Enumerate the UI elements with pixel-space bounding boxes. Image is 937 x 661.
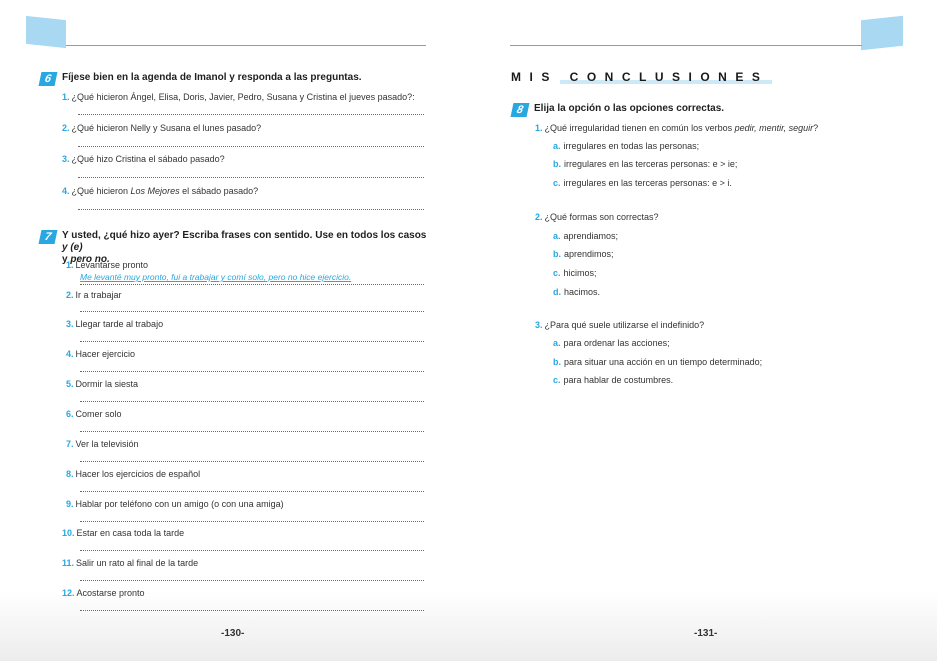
answer-line[interactable] (80, 461, 424, 462)
ex7-item-11: 11. Salir un rato al final de la tarde (62, 558, 199, 568)
answer-line[interactable] (80, 550, 424, 551)
answer-line[interactable] (80, 431, 424, 432)
header-rule-left (66, 45, 426, 46)
ex8-q2-option-d[interactable]: d. hacimos. (553, 287, 600, 297)
page-corner-tab-right (861, 15, 903, 51)
ex8-q3-option-a[interactable]: a. para ordenar las acciones; (553, 338, 670, 348)
ex7-item-5: 5. Dormir la siesta (66, 379, 139, 389)
section-title: MIS CONCLUSIONES (511, 70, 769, 84)
ex8-q3-option-c[interactable]: c. para hablar de costumbres. (553, 375, 673, 385)
answer-line[interactable] (78, 114, 424, 115)
ex7-item-7: 7. Ver la televisión (66, 439, 139, 449)
ex8-q3-option-b[interactable]: b. para situar una acción en un tiempo de… (553, 357, 762, 367)
ex7-item-9: 9. Hablar por teléfono con un amigo (o co… (66, 499, 284, 509)
answer-line[interactable] (80, 284, 424, 285)
ex8-q1-option-a[interactable]: a. irregulares en todas las personas; (553, 141, 699, 151)
page-number-right: -131- (694, 628, 718, 639)
ex8-q2-option-c[interactable]: c. hicimos; (553, 268, 597, 278)
answer-line[interactable] (80, 401, 424, 402)
answer-line[interactable] (78, 146, 424, 147)
ex7-item-4: 4. Hacer ejercicio (66, 349, 136, 359)
page-bottom-shade (0, 591, 937, 661)
ex7-item-3: 3. Llegar tarde al trabajo (66, 319, 164, 329)
ex6-question-4: 4. ¿Qué hicieron Los Mejores el sábado pa… (62, 186, 259, 196)
answer-line[interactable] (80, 371, 424, 372)
answer-line[interactable] (80, 610, 424, 611)
ex8-q2-option-b[interactable]: b. aprendimos; (553, 249, 614, 259)
header-rule-right (510, 45, 862, 46)
exercise-8-badge: 8 (510, 103, 530, 117)
exercise-7-badge: 7 (38, 230, 58, 244)
ex8-q1-option-b[interactable]: b. irregulares en las terceras personas: … (553, 159, 737, 169)
page-corner-tab-left (26, 15, 66, 49)
answer-line[interactable] (78, 209, 424, 210)
ex7-item-2: 2. Ir a trabajar (66, 290, 122, 300)
ex7-item-6: 6. Comer solo (66, 409, 122, 419)
ex6-question-3: 3. ¿Qué hizo Cristina el sábado pasado? (62, 154, 225, 164)
ex7-item-8: 8. Hacer los ejercicios de español (66, 469, 201, 479)
ex6-question-1: 1. ¿Qué hicieron Ángel, Elisa, Doris, Jav… (62, 92, 415, 102)
answer-line[interactable] (80, 491, 424, 492)
ex6-question-2: 2. ¿Qué hicieron Nelly y Susana el lunes … (62, 123, 262, 133)
answer-line[interactable] (80, 341, 424, 342)
answer-line[interactable] (80, 311, 424, 312)
ex7-item-10: 10. Estar en casa toda la tarde (62, 528, 185, 538)
ex8-question-2: 2. ¿Qué formas son correctas? (535, 212, 659, 222)
answer-line[interactable] (80, 521, 424, 522)
example-answer: Me levanté muy pronto, fui a trabajar y … (80, 272, 352, 282)
exercise-6-title: Fíjese bien en la agenda de Imanol y res… (62, 72, 362, 83)
ex8-question-3: 3. ¿Para qué suele utilizarse el indefini… (535, 320, 705, 330)
ex7-item-12: 12. Acostarse pronto (62, 588, 145, 598)
ex8-question-1: 1. ¿Qué irregularidad tienen en común los… (535, 123, 819, 133)
answer-line[interactable] (78, 177, 424, 178)
ex8-q2-option-a[interactable]: a. aprendiamos; (553, 231, 618, 241)
answer-line[interactable] (80, 580, 424, 581)
ex7-item-1: 1. Levantarse pronto (66, 260, 149, 270)
ex8-q1-option-c[interactable]: c. irregulares en las terceras personas: … (553, 178, 732, 188)
page-number-left: -130- (221, 628, 245, 639)
exercise-6-badge: 6 (38, 72, 58, 86)
exercise-8-title: Elija la opción o las opciones correctas… (534, 103, 725, 114)
